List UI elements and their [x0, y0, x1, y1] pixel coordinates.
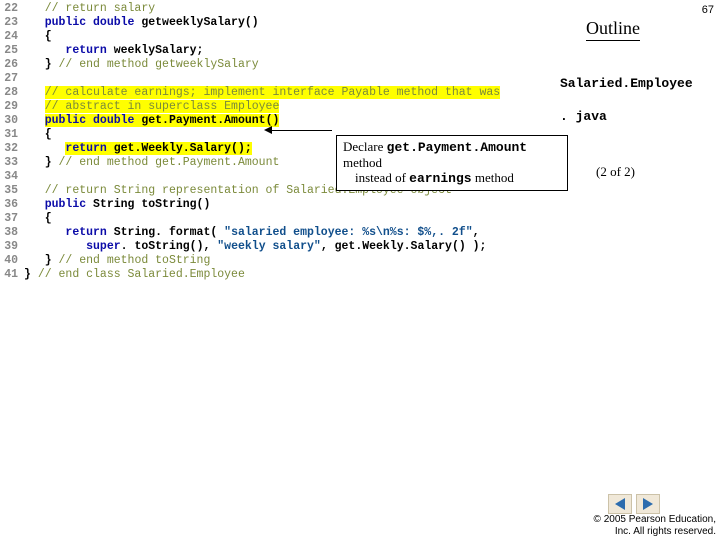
line-number: 26 — [0, 58, 24, 72]
code-content: // abstract in superclass Employee — [24, 100, 279, 114]
code-content: return String. format( "salaried employe… — [24, 226, 480, 240]
code-line: 39 super. toString(), "weekly salary", g… — [0, 240, 560, 254]
prev-button[interactable] — [608, 494, 632, 514]
code-line: 23 public double getweeklySalary() — [0, 16, 560, 30]
code-content: { — [24, 128, 52, 142]
code-line: 22 // return salary — [0, 2, 560, 16]
line-number: 28 — [0, 86, 24, 100]
line-number: 27 — [0, 72, 24, 86]
line-number: 35 — [0, 184, 24, 198]
line-number: 31 — [0, 128, 24, 142]
code-content: // return salary — [24, 2, 155, 16]
code-content: } // end method getweeklySalary — [24, 58, 259, 72]
code-line: 36 public String toString() — [0, 198, 560, 212]
code-content: return weeklySalary; — [24, 44, 203, 58]
line-number: 25 — [0, 44, 24, 58]
line-number: 32 — [0, 142, 24, 156]
code-content: super. toString(), "weekly salary", get.… — [24, 240, 486, 254]
line-number: 38 — [0, 226, 24, 240]
triangle-left-icon — [615, 498, 625, 510]
code-content: } // end method get.Payment.Amount — [24, 156, 279, 170]
callout-line-1: Declare get.Payment.Amount method — [343, 139, 561, 170]
code-content: } // end method toString — [24, 254, 210, 268]
line-number: 22 — [0, 2, 24, 16]
code-line: 28 // calculate earnings; implement inte… — [0, 86, 560, 100]
line-number: 36 — [0, 198, 24, 212]
class-name: Salaried.Employee — [560, 76, 715, 91]
triangle-right-icon — [643, 498, 653, 510]
code-content: public String toString() — [24, 198, 210, 212]
line-number: 37 — [0, 212, 24, 226]
code-content: public double getweeklySalary() — [24, 16, 259, 30]
next-button[interactable] — [636, 494, 660, 514]
code-line: 29 // abstract in superclass Employee — [0, 100, 560, 114]
line-number: 33 — [0, 156, 24, 170]
copyright: © 2005 Pearson Education, Inc. All right… — [594, 514, 716, 538]
code-line: 41} // end class Salaried.Employee — [0, 268, 560, 282]
line-number: 29 — [0, 100, 24, 114]
line-number: 24 — [0, 30, 24, 44]
callout-arrow-head — [264, 126, 272, 134]
callout-line-2: instead of earnings method — [343, 170, 561, 186]
line-number: 34 — [0, 170, 24, 184]
nav-buttons — [608, 494, 660, 514]
code-content: public double get.Payment.Amount() — [24, 114, 279, 128]
line-number: 30 — [0, 114, 24, 128]
line-number: 40 — [0, 254, 24, 268]
code-line: 26 } // end method getweeklySalary — [0, 58, 560, 72]
code-content: { — [24, 212, 52, 226]
code-line: 40 } // end method toString — [0, 254, 560, 268]
code-line: 25 return weeklySalary; — [0, 44, 560, 58]
line-number: 39 — [0, 240, 24, 254]
outline-heading: Outline — [586, 18, 640, 41]
code-line: 38 return String. format( "salaried empl… — [0, 226, 560, 240]
file-extension: . java — [560, 109, 715, 124]
line-number: 41 — [0, 268, 24, 282]
callout-arrow-line — [270, 130, 332, 131]
code-content: // calculate earnings; implement interfa… — [24, 86, 500, 100]
code-content: return get.Weekly.Salary(); — [24, 142, 252, 156]
right-panel: Salaried.Employee . java (2 of 2) — [560, 76, 715, 180]
callout-box: Declare get.Payment.Amount method instea… — [336, 135, 568, 191]
code-content: { — [24, 30, 52, 44]
code-content: } // end class Salaried.Employee — [24, 268, 245, 282]
code-line: 24 { — [0, 30, 560, 44]
line-number: 23 — [0, 16, 24, 30]
code-line: 27 — [0, 72, 560, 86]
code-line: 37 { — [0, 212, 560, 226]
page-of: (2 of 2) — [596, 164, 715, 180]
page-number: 67 — [702, 4, 714, 16]
code-line: 30 public double get.Payment.Amount() — [0, 114, 560, 128]
